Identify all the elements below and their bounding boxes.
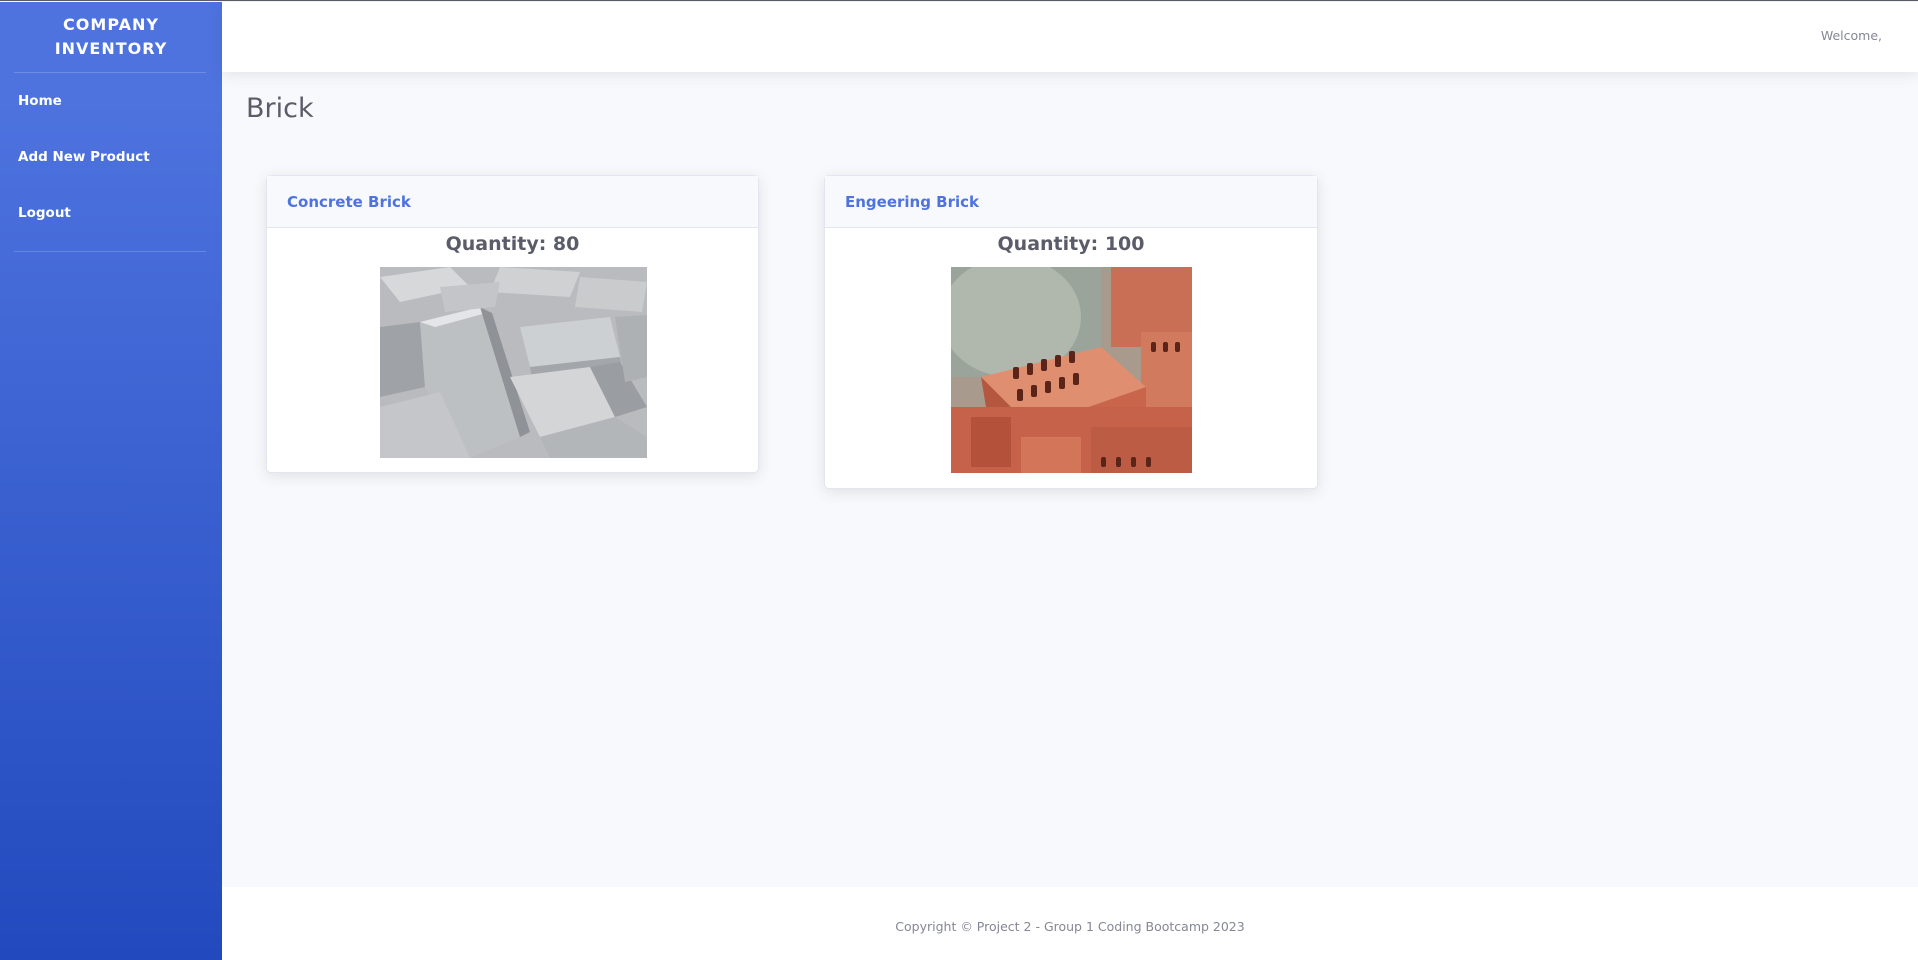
page-title: Brick <box>246 93 314 124</box>
topbar: Welcome, <box>222 2 1918 72</box>
product-quantity: Quantity: 80 <box>445 233 580 255</box>
sidebar-brand[interactable]: COMPANY INVENTORY <box>0 2 222 72</box>
sidebar-divider <box>14 251 206 252</box>
welcome-text: Welcome, <box>1820 28 1882 43</box>
product-quantity: Quantity: 100 <box>997 233 1145 255</box>
footer: Copyright © Project 2 - Group 1 Coding B… <box>222 887 1918 960</box>
product-card: Concrete Brick Quantity: 80 <box>266 175 759 473</box>
product-image <box>951 267 1192 473</box>
concrete-bricks-image <box>380 267 647 458</box>
sidebar-item-add-new-product[interactable]: Add New Product <box>0 129 222 185</box>
sidebar-item-home[interactable]: Home <box>0 73 222 129</box>
product-card-title[interactable]: Concrete Brick <box>267 176 758 228</box>
product-card-title[interactable]: Engeering Brick <box>825 176 1317 228</box>
product-card: Engeering Brick Quantity: 100 <box>824 175 1318 489</box>
engineering-bricks-image <box>951 267 1192 473</box>
copyright-text: Copyright © Project 2 - Group 1 Coding B… <box>895 919 1245 934</box>
product-image <box>380 267 647 458</box>
sidebar-item-logout[interactable]: Logout <box>0 185 222 241</box>
sidebar: COMPANY INVENTORY Home Add New Product L… <box>0 2 222 960</box>
